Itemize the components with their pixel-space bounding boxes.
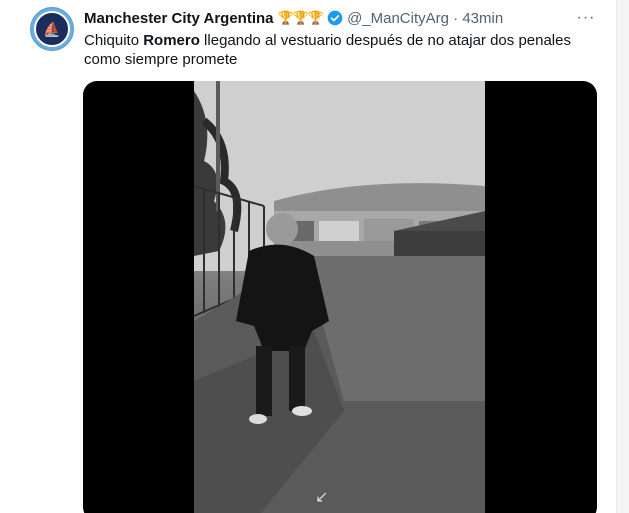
tweet-text-before: Chiquito: [84, 32, 144, 49]
video-media[interactable]: ↙: [83, 81, 597, 513]
more-options-icon[interactable]: ···: [576, 9, 596, 26]
tweet-text: Chiquito Romero llegando al vestuario de…: [84, 31, 604, 69]
trophy-emojis: 🏆🏆🏆: [277, 10, 325, 25]
video-scene: [194, 81, 485, 513]
video-control-icon[interactable]: ↙: [315, 487, 328, 507]
verified-badge-icon: [327, 10, 343, 26]
tweet-card[interactable]: ⛵ Manchester City Argentina 🏆🏆🏆 @_ManCit…: [0, 0, 617, 513]
tweet-header: Manchester City Argentina 🏆🏆🏆 @_ManCityA…: [84, 8, 503, 28]
club-crest-icon: ⛵: [34, 11, 70, 47]
author-avatar[interactable]: ⛵: [30, 7, 74, 51]
author-handle-time[interactable]: @_ManCityArg · 43min: [347, 10, 503, 27]
video-frame[interactable]: ↙: [194, 81, 485, 513]
author-name[interactable]: Manchester City Argentina: [84, 10, 274, 27]
tweet-text-bold: Romero: [143, 32, 200, 49]
